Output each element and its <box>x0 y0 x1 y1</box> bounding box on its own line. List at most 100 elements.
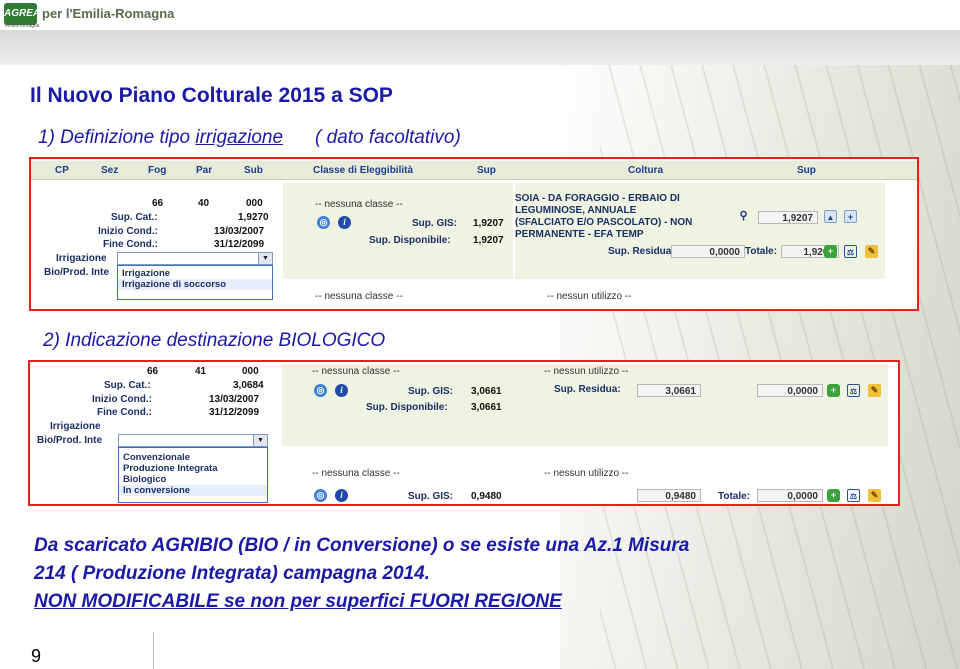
table-header: CP Sez Fog Par Sub Classe di Eleggibilit… <box>31 161 917 180</box>
bottom-sup-gis-label: Sup. GIS: <box>408 491 453 502</box>
bio-prod-label: Bio/Prod. Inte <box>44 267 109 278</box>
sup-gis-value: 3,0661 <box>471 386 502 397</box>
add-row-icon[interactable]: + <box>827 384 840 397</box>
inizio-cond-value: 13/03/2007 <box>214 226 265 237</box>
sup-gis-label: Sup. GIS: <box>408 386 453 397</box>
bottom-sup-gis-value: 0,9480 <box>471 491 502 502</box>
note-line-3: NON MODIFICABILE se non per superfici FU… <box>34 591 562 612</box>
sup-disponibile-value: 3,0661 <box>471 402 502 413</box>
irrigazione-select[interactable]: ▼ <box>117 252 273 265</box>
chevron-down-icon[interactable]: ▼ <box>258 253 272 264</box>
dropdown-option[interactable]: Irrigazione <box>118 268 272 279</box>
bottom-utilizzo-none: -- nessun utilizzo -- <box>544 468 629 479</box>
screenshot-panel-irrigazione: CP Sez Fog Par Sub Classe di Eleggibilit… <box>29 157 919 311</box>
edit-icon[interactable]: ✎ <box>868 384 881 397</box>
sup-residua-value: 0,0000 <box>757 384 823 397</box>
plus-button[interactable]: + <box>844 210 857 223</box>
col-sub: Sub <box>244 165 263 176</box>
dropdown-option[interactable]: In conversione <box>119 485 267 496</box>
irrigazione-label: Irrigazione <box>56 253 107 264</box>
bio-prod-dropdown-list[interactable]: Convenzionale Produzione Integrata Biolo… <box>118 447 268 503</box>
col-coltura: Coltura <box>628 165 663 176</box>
logo-subtitle: emilia-romagna <box>5 23 40 29</box>
irrigazione-dropdown-list[interactable]: Irrigazione Irrigazione di soccorso <box>117 265 273 300</box>
par-value: 41 <box>195 366 207 377</box>
classe-none: -- nessuna classe -- <box>312 366 400 377</box>
screenshot-panel-biologico: 66 41 000 Sup. Cat.: 3,0684 Inizio Cond.… <box>28 360 900 506</box>
coltura-line: (SFALCIATO E/O PASCOLATO) - NON <box>515 217 693 228</box>
agrea-logo: AGREA <box>4 3 40 25</box>
info-icon[interactable]: i <box>338 216 351 229</box>
sub-value: 000 <box>246 198 263 209</box>
inizio-cond-value: 13/03/2007 <box>209 394 260 405</box>
info-icon[interactable]: i <box>335 384 348 397</box>
section-1-heading: 1) Definizione tipo irrigazione ( dato fa… <box>38 127 461 149</box>
bio-prod-select[interactable]: ▼ <box>118 434 268 447</box>
info-icon[interactable]: i <box>335 489 348 502</box>
coltura-description: SOIA - DA FORAGGIO - ERBAIO DI LEGUMINOS… <box>515 193 692 241</box>
dropdown-option[interactable]: Produzione Integrata <box>119 463 267 474</box>
binoculars-icon[interactable]: ⚲ <box>737 210 750 223</box>
fine-cond-value: 31/12/2099 <box>209 407 260 418</box>
fine-cond-label: Fine Cond.: <box>103 239 158 250</box>
fine-cond-value: 31/12/2099 <box>214 239 265 250</box>
sup-cat-label: Sup. Cat.: <box>104 380 151 391</box>
globe-icon[interactable]: ◎ <box>314 489 327 502</box>
slide-title: Il Nuovo Piano Colturale 2015 a SOP <box>30 84 393 107</box>
sup-cat-label: Sup. Cat.: <box>111 212 158 223</box>
add-row-icon[interactable]: + <box>827 489 840 502</box>
dropdown-option[interactable]: Convenzionale <box>119 452 267 463</box>
sup-cat-value: 3,0684 <box>233 380 264 391</box>
sup-residua-label: Sup. Residua: <box>554 384 621 395</box>
fine-cond-label: Fine Cond.: <box>97 407 152 418</box>
scale-icon[interactable]: ⚖ <box>844 245 857 258</box>
arrow-up-icon[interactable]: ▲ <box>824 210 837 223</box>
coltura-line: SOIA - DA FORAGGIO - ERBAIO DI <box>515 193 680 204</box>
bottom-utilizzo-none: -- nessun utilizzo -- <box>547 291 632 302</box>
sup-residua-value: 0,0000 <box>671 245 745 258</box>
edit-icon[interactable]: ✎ <box>865 245 878 258</box>
add-row-icon[interactable]: + <box>824 245 837 258</box>
col-sup: Sup <box>477 165 496 176</box>
scale-icon[interactable]: ⚖ <box>847 489 860 502</box>
sup-residua-label: Sup. Residua: <box>608 246 675 257</box>
inizio-cond-label: Inizio Cond.: <box>92 394 152 405</box>
bottom-sup-value[interactable]: 0,9480 <box>637 489 701 502</box>
inizio-cond-label: Inizio Cond.: <box>98 226 158 237</box>
col-sez: Sez <box>101 165 119 176</box>
sub-value: 000 <box>242 366 259 377</box>
dropdown-option[interactable]: Irrigazione di soccorso <box>118 279 272 290</box>
scale-icon[interactable]: ⚖ <box>847 384 860 397</box>
sup-value[interactable]: 3,0661 <box>637 384 701 397</box>
bottom-totale-label: Totale: <box>718 491 751 502</box>
bottom-classe-none: -- nessuna classe -- <box>312 468 400 479</box>
chevron-down-icon[interactable]: ▼ <box>253 435 267 446</box>
fog-value: 66 <box>152 198 164 209</box>
col-sup-2: Sup <box>797 165 816 176</box>
footer-divider <box>153 632 154 669</box>
globe-icon[interactable]: ◎ <box>317 216 330 229</box>
dropdown-option[interactable]: Biologico <box>119 474 267 485</box>
bottom-classe-none: -- nessuna classe -- <box>315 291 403 302</box>
totale-label: Totale: <box>745 246 778 257</box>
col-par: Par <box>196 165 213 176</box>
header-band <box>0 30 960 65</box>
globe-icon[interactable]: ◎ <box>314 384 327 397</box>
edit-icon[interactable]: ✎ <box>868 489 881 502</box>
fog-value: 66 <box>147 366 159 377</box>
classe-none: -- nessuna classe -- <box>315 199 403 210</box>
sup-disponibile-value: 1,9207 <box>473 235 504 246</box>
col-classe: Classe di Eleggibilità <box>313 165 414 176</box>
bio-prod-label: Bio/Prod. Inte <box>37 435 102 446</box>
sup-input[interactable]: 1,9207 <box>758 211 818 224</box>
note-line-2: 214 ( Produzione Integrata) campagna 201… <box>34 563 430 584</box>
sup-disponibile-label: Sup. Disponibile: <box>369 235 451 246</box>
par-value: 40 <box>198 198 210 209</box>
sup-cat-value: 1,9270 <box>238 212 269 223</box>
section-1-suffix: ( dato facoltativo) <box>315 127 461 148</box>
irrigazione-label: Irrigazione <box>50 421 101 432</box>
section-2-heading: 2) Indicazione destinazione BIOLOGICO <box>43 330 386 351</box>
sup-disponibile-label: Sup. Disponibile: <box>366 402 448 413</box>
col-cp: CP <box>55 165 69 176</box>
section-1-prefix: 1) Definizione tipo <box>38 127 196 148</box>
